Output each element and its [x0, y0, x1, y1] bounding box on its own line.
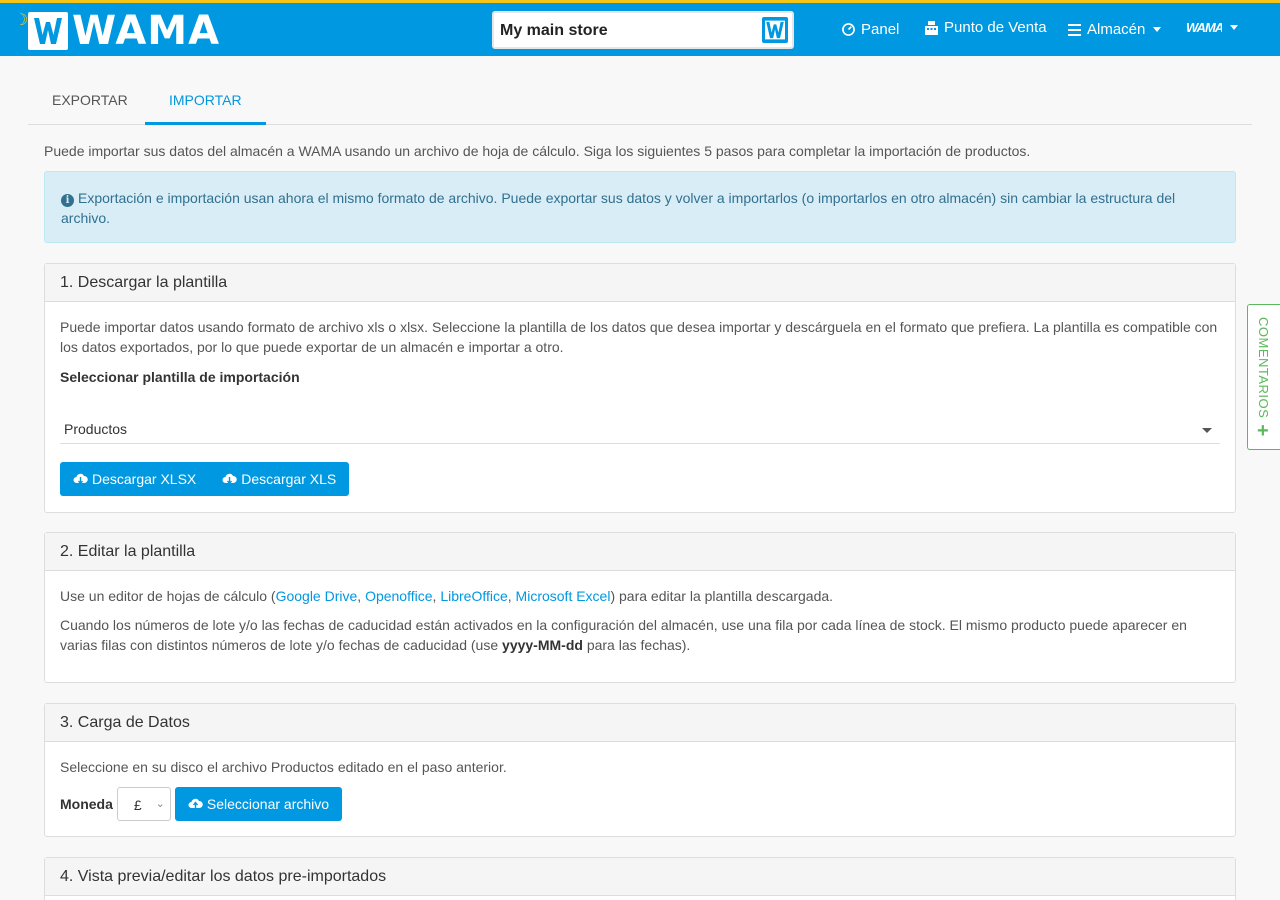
- select-file-label: Seleccionar archivo: [206, 796, 330, 812]
- step2-p1-after: ) para editar la plantilla descargada.: [610, 588, 834, 604]
- download-xlsx-label: Descargar XLSX: [92, 471, 197, 487]
- nav-warehouse[interactable]: Almacén: [1068, 21, 1162, 38]
- info-icon: i: [61, 194, 74, 207]
- cash-register-icon: [925, 20, 938, 35]
- cloud-upload-icon: [188, 798, 203, 809]
- account-logo: WAMA: [1186, 20, 1222, 35]
- nav-panel[interactable]: Panel: [842, 21, 899, 38]
- nav-pos-label: Punto de Venta: [944, 19, 1047, 36]
- store-selector[interactable]: My main store: [492, 11, 794, 49]
- step1-panel: 1. Descargar la plantilla Puede importar…: [44, 263, 1236, 513]
- template-select-value: Productos: [64, 421, 128, 437]
- date-format: yyyy-MM-dd: [502, 637, 583, 653]
- intro-text: Puede importar sus datos del almacén a W…: [44, 143, 1031, 159]
- plus-icon: +: [1257, 420, 1269, 442]
- nav-pos[interactable]: Punto de Venta: [925, 19, 1047, 36]
- step2-paragraph-2: Cuando los números de lote y/o las fecha…: [60, 615, 1220, 655]
- brand-name: WAMA: [72, 8, 221, 54]
- chevron-down-icon: [1153, 27, 1162, 32]
- step4-panel: 4. Vista previa/editar los datos pre-imp…: [44, 857, 1236, 900]
- step1-title: 1. Descargar la plantilla: [45, 264, 1235, 302]
- download-xlsx-button[interactable]: Descargar XLSX: [60, 462, 210, 496]
- step3-panel: 3. Carga de Datos Seleccione en su disco…: [44, 703, 1236, 837]
- chevron-down-icon: [1230, 25, 1238, 30]
- link-openoffice[interactable]: Openoffice: [365, 588, 432, 604]
- step2-p2-after: para las fechas).: [582, 637, 691, 653]
- step1-body: Puede importar datos usando formato de a…: [45, 302, 1235, 402]
- link-microsoft-excel[interactable]: Microsoft Excel: [516, 588, 611, 604]
- account-menu[interactable]: WAMA: [1186, 20, 1238, 35]
- chevron-down-icon: [1202, 428, 1212, 433]
- nav-warehouse-label: Almacén: [1087, 21, 1146, 38]
- tab-importar[interactable]: IMPORTAR: [145, 76, 266, 125]
- download-xls-button[interactable]: Descargar XLS: [209, 462, 350, 496]
- step3-title: 3. Carga de Datos: [45, 704, 1235, 742]
- link-libreoffice[interactable]: LibreOffice: [440, 588, 507, 604]
- step4-title: 4. Vista previa/editar los datos pre-imp…: [45, 858, 1235, 896]
- step3-text: Seleccione en su disco el archivo Produc…: [60, 759, 507, 775]
- step2-panel: 2. Editar la plantilla Use un editor de …: [44, 532, 1236, 683]
- link-google-drive[interactable]: Google Drive: [276, 588, 358, 604]
- currency-value: £: [133, 797, 142, 813]
- logo-w-icon: [28, 12, 68, 50]
- step3-body: Seleccione en su disco el archivo Produc…: [45, 742, 1235, 836]
- cloud-download-icon: [222, 473, 238, 485]
- template-select-label: Seleccionar plantilla de importación: [60, 369, 300, 385]
- step1-text: Puede importar datos usando formato de a…: [60, 319, 1218, 355]
- top-navbar: ☽ WAMA My main store Panel Punto de Vent…: [0, 0, 1280, 56]
- currency-label: Moneda: [60, 796, 113, 812]
- step2-p1-before: Use un editor de hojas de cálculo (: [60, 588, 276, 604]
- import-export-tabs: EXPORTAR IMPORTAR: [28, 76, 1252, 125]
- nav-panel-label: Panel: [861, 21, 900, 38]
- select-file-button[interactable]: Seleccionar archivo: [174, 787, 343, 821]
- template-select[interactable]: Productos: [60, 418, 1220, 444]
- dashboard-icon: [842, 23, 855, 36]
- tab-exportar[interactable]: EXPORTAR: [28, 76, 152, 125]
- currency-select[interactable]: £ ⌄: [116, 787, 171, 821]
- step2-title: 2. Editar la plantilla: [45, 533, 1235, 571]
- info-alert: i Exportación e importación usan ahora el…: [44, 171, 1236, 243]
- menu-icon: [1068, 23, 1081, 36]
- upload-row: Moneda £ ⌄ Seleccionar archivo: [60, 787, 1220, 821]
- download-xls-label: Descargar XLS: [241, 471, 337, 487]
- moon-icon: ☽: [14, 10, 29, 29]
- step2-body: Use un editor de hojas de cálculo (Googl…: [45, 571, 1235, 670]
- store-name: My main store: [500, 22, 608, 39]
- brand-logo[interactable]: WAMA: [28, 9, 220, 53]
- step2-paragraph-1: Use un editor de hojas de cálculo (Googl…: [60, 588, 834, 604]
- info-alert-text: Exportación e importación usan ahora el …: [61, 190, 1176, 226]
- download-buttons: Descargar XLSX Descargar XLS: [60, 462, 350, 496]
- feedback-tab-label: COMENTARIOS: [1256, 317, 1271, 419]
- store-logo-icon: [762, 17, 788, 43]
- feedback-tab[interactable]: COMENTARIOS +: [1247, 304, 1280, 450]
- chevron-down-icon: ⌄: [155, 798, 165, 810]
- cloud-download-icon: [73, 473, 88, 485]
